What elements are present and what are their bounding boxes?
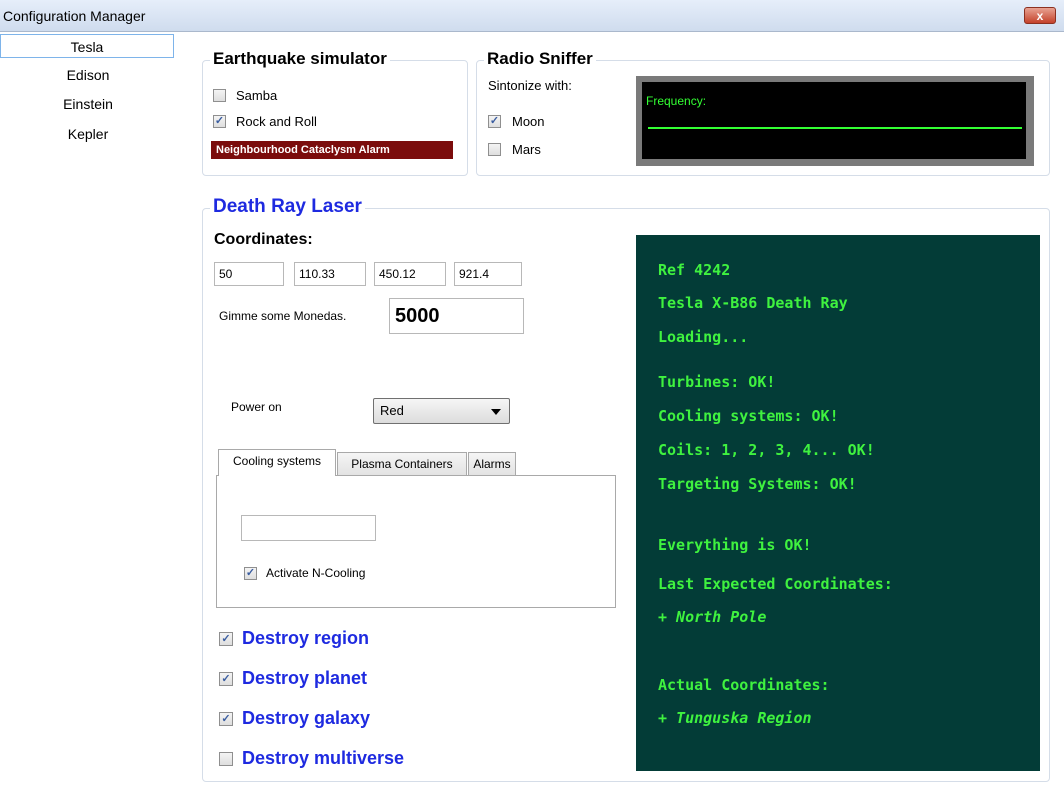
- frequency-waveform: [648, 127, 1022, 129]
- samba-checkbox[interactable]: [213, 89, 226, 102]
- radio-sniffer-title: Radio Sniffer: [484, 49, 596, 69]
- sidebar-item-einstein[interactable]: Einstein: [0, 92, 176, 116]
- status-console: Ref 4242 Tesla X-B86 Death Ray Loading..…: [636, 235, 1040, 771]
- close-button[interactable]: x: [1024, 7, 1056, 24]
- ncooling-checkbox[interactable]: ✓: [244, 567, 257, 580]
- console-line: Coils: 1, 2, 3, 4... OK!: [658, 441, 875, 459]
- title-bar: Configuration Manager x: [0, 0, 1064, 32]
- console-line: Everything is OK!: [658, 536, 812, 554]
- chevron-down-icon: [491, 409, 501, 415]
- frequency-screen: Frequency:: [642, 82, 1026, 159]
- earthquake-title: Earthquake simulator: [210, 49, 390, 69]
- console-line: + Tunguska Region: [658, 709, 812, 727]
- console-line: + North Pole: [658, 608, 767, 626]
- destroy-galaxy-label: Destroy galaxy: [242, 708, 371, 728]
- destroy-multiverse-label: Destroy multiverse: [242, 748, 405, 768]
- rock-and-roll-label: Rock and Roll: [236, 114, 317, 129]
- mars-checkbox[interactable]: [488, 143, 501, 156]
- frequency-display: Frequency:: [636, 76, 1034, 166]
- console-line: Actual Coordinates:: [658, 676, 830, 694]
- tab-plasma-containers[interactable]: Plasma Containers: [337, 452, 467, 476]
- ncooling-label: Activate N-Cooling: [266, 566, 366, 580]
- sidebar-item-edison[interactable]: Edison: [0, 63, 176, 87]
- moon-label: Moon: [512, 114, 545, 129]
- rock-and-roll-checkbox[interactable]: ✓: [213, 115, 226, 128]
- death-ray-laser-title: Death Ray Laser: [210, 196, 365, 218]
- console-line: Turbines: OK!: [658, 373, 776, 391]
- samba-label: Samba: [236, 88, 278, 103]
- console-line: Last Expected Coordinates:: [658, 575, 893, 593]
- tab-cooling-systems[interactable]: Cooling systems: [218, 449, 336, 476]
- console-line: Tesla X-B86 Death Ray: [658, 294, 848, 312]
- monedas-label: Gimme some Monedas.: [219, 309, 347, 323]
- console-line: Loading...: [658, 328, 749, 346]
- coordinate-input-3[interactable]: 450.12: [374, 262, 446, 286]
- sidebar: Tesla Edison Einstein Kepler: [0, 32, 176, 797]
- destroy-planet-checkbox[interactable]: ✓: [219, 672, 233, 686]
- frequency-label: Frequency:: [646, 94, 707, 108]
- moon-checkbox[interactable]: ✓: [488, 115, 501, 128]
- destroy-region-label: Destroy region: [242, 628, 370, 648]
- coordinate-input-2[interactable]: 110.33: [294, 262, 366, 286]
- power-on-label: Power on: [231, 400, 282, 414]
- window-title: Configuration Manager: [3, 8, 146, 24]
- sintonize-label: Sintonize with:: [488, 78, 572, 93]
- destroy-planet-label: Destroy planet: [242, 668, 368, 688]
- cooling-input[interactable]: [241, 515, 376, 541]
- console-line: Cooling systems: OK!: [658, 407, 839, 425]
- cooling-systems-panel: [216, 475, 616, 608]
- coordinate-input-4[interactable]: 921.4: [454, 262, 522, 286]
- power-on-value: Red: [380, 403, 404, 418]
- destroy-galaxy-checkbox[interactable]: ✓: [219, 712, 233, 726]
- coordinate-input-1[interactable]: 50: [214, 262, 284, 286]
- coordinates-label: Coordinates:: [214, 231, 313, 248]
- destroy-region-checkbox[interactable]: ✓: [219, 632, 233, 646]
- cataclysm-alarm-button[interactable]: Neighbourhood Cataclysm Alarm: [211, 141, 453, 159]
- console-line: Ref 4242: [658, 261, 731, 279]
- monedas-input[interactable]: 5000: [389, 298, 524, 334]
- sidebar-item-tesla[interactable]: Tesla: [0, 34, 174, 58]
- sidebar-item-kepler[interactable]: Kepler: [0, 122, 176, 146]
- console-line: Targeting Systems: OK!: [658, 475, 857, 493]
- destroy-multiverse-checkbox[interactable]: [219, 752, 233, 766]
- tab-alarms[interactable]: Alarms: [468, 452, 516, 476]
- power-on-select[interactable]: Red: [373, 398, 510, 424]
- mars-label: Mars: [512, 142, 541, 157]
